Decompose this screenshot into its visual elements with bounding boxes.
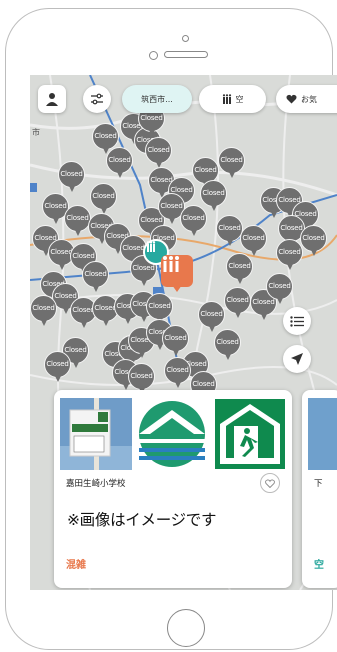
pin-tail — [92, 284, 100, 292]
locate-icon — [291, 353, 303, 365]
closed-shelter-pin[interactable]: Closed — [276, 239, 303, 272]
pin-tail — [210, 203, 218, 211]
exit-icon — [215, 399, 285, 469]
pin-tail — [140, 278, 148, 286]
pin-tail — [260, 312, 268, 320]
shelter-name: 嘉田生崎小学校 — [66, 479, 126, 489]
filter-icon — [91, 93, 103, 105]
sign-photo — [60, 398, 132, 470]
closed-shelter-pin[interactable]: Closed — [224, 287, 251, 320]
list-view-button[interactable] — [283, 307, 311, 335]
pin-tail — [228, 170, 236, 178]
sensor — [149, 51, 158, 60]
closed-shelter-pin[interactable]: Closed — [30, 295, 57, 328]
app-screen: 市 Closed Closed Closed Closed Closed Closed Cl… — [30, 75, 337, 590]
pin-tail — [172, 348, 180, 356]
shelter-card-next[interactable]: 下 空 — [302, 390, 337, 588]
pin-tail — [310, 248, 318, 256]
pin-tail — [54, 374, 62, 382]
pin-tail — [72, 360, 80, 368]
closed-shelter-pin[interactable]: Closed — [90, 183, 117, 216]
people-icon — [163, 256, 179, 272]
favorite-label: お気 — [301, 94, 317, 104]
vacancy-filter-pill[interactable]: 空 — [199, 85, 266, 113]
image-notice: ※画像はイメージです — [67, 511, 217, 529]
closed-shelter-pin[interactable]: Closed — [82, 261, 109, 294]
closed-shelter-pin[interactable]: Closed — [58, 161, 85, 194]
heart-icon — [286, 94, 297, 104]
area-select-pill[interactable]: 筑西市... — [122, 85, 192, 113]
pin-tail — [190, 228, 198, 236]
pin-tail — [234, 310, 242, 318]
pin-tail — [224, 352, 232, 360]
pin-tail — [52, 216, 60, 224]
pin-tail — [40, 318, 48, 326]
closed-shelter-pin[interactable]: Closed — [164, 357, 191, 390]
evacuation-sign-image — [214, 398, 286, 470]
closed-shelter-pin[interactable]: Closed — [64, 205, 91, 238]
closed-shelter-pin[interactable]: Closed — [214, 329, 241, 362]
account-button[interactable] — [38, 85, 66, 113]
shelter-marker-tip — [172, 285, 182, 292]
pin-tail — [80, 320, 88, 328]
list-icon — [290, 315, 304, 327]
speaker — [164, 51, 208, 58]
pin-tail — [62, 306, 70, 314]
camera — [182, 35, 189, 42]
home-button[interactable] — [167, 609, 205, 647]
people-icon — [222, 94, 231, 104]
closed-shelter-pin[interactable]: Closed — [216, 215, 243, 248]
vacancy-label: 空 — [235, 94, 244, 104]
congestion-status-next: 空 — [314, 560, 324, 571]
city-logo-image — [136, 398, 208, 470]
pin-tail — [226, 238, 234, 246]
shelter-sign-image — [60, 398, 132, 470]
pin-tail — [236, 276, 244, 284]
congestion-status: 混雑 — [66, 560, 86, 571]
closed-shelter-pin[interactable]: Closed — [266, 273, 293, 306]
heart-icon — [265, 478, 275, 488]
shelter-marker-box — [161, 255, 193, 287]
closed-shelter-pin[interactable]: Closed — [218, 147, 245, 180]
pin-tail — [138, 350, 146, 358]
closed-shelter-pin[interactable]: Closed — [300, 225, 327, 258]
map-edge-label: 市 — [32, 128, 40, 137]
area-label: 筑西市... — [141, 94, 173, 104]
closed-shelter-pin[interactable]: Closed — [106, 147, 133, 180]
favorite-filter-pill[interactable]: お気 — [276, 85, 337, 113]
mountain-logo — [139, 401, 205, 467]
shelter-image-next — [308, 398, 337, 470]
pin-tail — [168, 216, 176, 224]
pin-tail — [74, 228, 82, 236]
pin-tail — [102, 318, 110, 326]
pin-tail — [276, 296, 284, 304]
pin-tail — [174, 380, 182, 388]
shelter-name-next: 下 — [314, 479, 323, 489]
closed-shelter-pin[interactable]: Closed — [180, 205, 207, 238]
pin-tail — [116, 170, 124, 178]
shelter-marker-selected[interactable] — [161, 255, 193, 295]
pin-tail — [68, 184, 76, 192]
closed-shelter-pin[interactable]: Closed — [226, 253, 253, 286]
filter-button[interactable] — [83, 85, 111, 113]
people-icon — [146, 241, 156, 252]
favorite-button[interactable] — [260, 473, 280, 493]
shelter-card[interactable]: 嘉田生崎小学校 ※画像はイメージです 混雑 — [54, 390, 292, 588]
current-location-button[interactable] — [283, 345, 311, 373]
pin-tail — [58, 262, 66, 270]
closed-shelter-pin[interactable]: Closed — [145, 137, 172, 170]
user-icon — [46, 93, 58, 106]
pin-tail — [148, 128, 156, 136]
closed-shelter-pin[interactable]: Closed — [44, 351, 71, 384]
pin-tail — [286, 262, 294, 270]
